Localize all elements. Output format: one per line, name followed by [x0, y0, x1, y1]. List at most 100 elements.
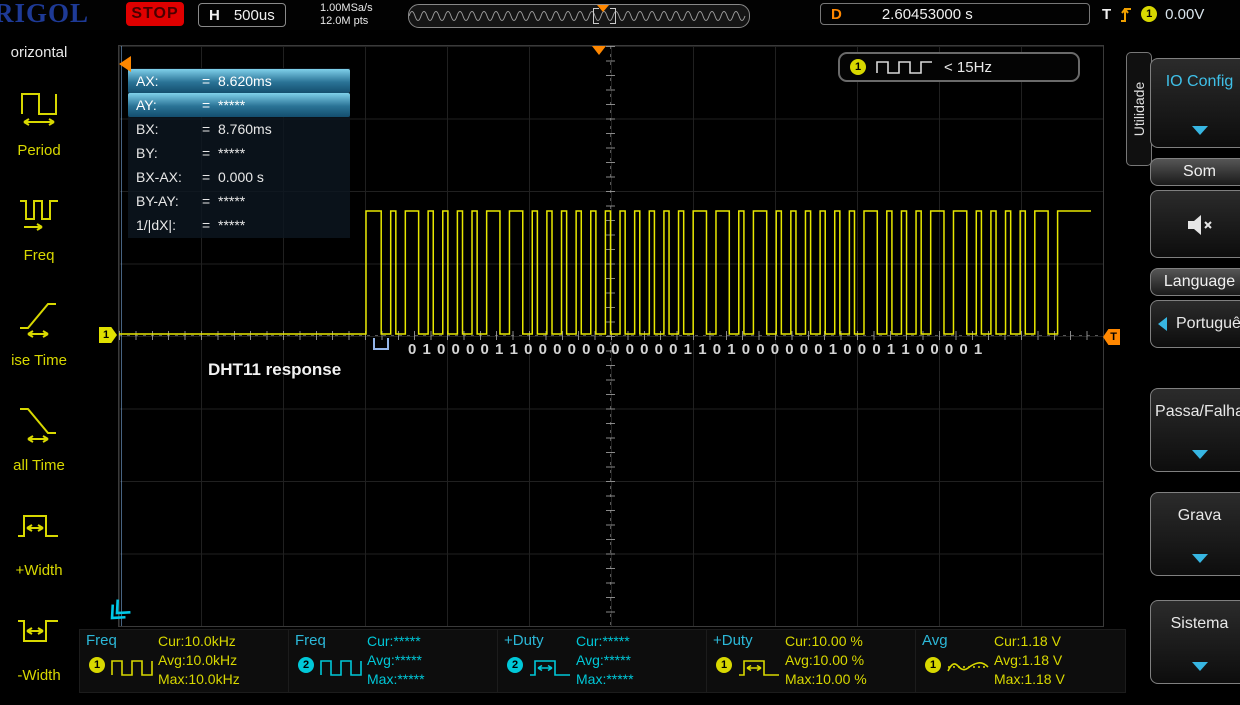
measurement-channel-badge: 1 — [716, 657, 732, 673]
horizontal-label: H — [209, 6, 220, 24]
utility-tab[interactable]: Utilidade — [1126, 52, 1152, 166]
measurement-avg: Avg:***** — [576, 652, 632, 668]
menu-io-config[interactable]: IO Config — [1150, 58, 1240, 148]
rise-time-icon — [20, 303, 56, 338]
equals-sign: = — [202, 217, 211, 233]
measurement-cur: Cur:10.0kHz — [158, 633, 236, 649]
cursor-value: 8.620ms — [218, 73, 272, 89]
measurement-avg: Avg:1.18 V — [994, 652, 1063, 668]
menu-pass-fail[interactable]: Passa/Falha — [1150, 388, 1240, 472]
measurement-panel-duty-ch1[interactable]: +Duty 1 Cur:10.00 % Avg:10.00 % Max:10.0… — [706, 629, 917, 693]
dht11-response-label: DHT11 response — [208, 360, 342, 379]
measurement-name: Freq — [86, 632, 117, 649]
dropdown-icon — [1191, 554, 1208, 563]
measure-item-rise-time[interactable]: ise Time — [0, 290, 78, 390]
cursor-name: 1/|dX|: — [136, 217, 176, 233]
measurement-status-bar: Freq 1 Cur:10.0kHz Avg:10.0kHz Max:10.0k… — [79, 629, 1126, 693]
record-label: Grava — [1177, 507, 1222, 524]
square-wave-icon — [111, 660, 153, 676]
pass-fail-label: Passa/Falha — [1155, 403, 1240, 420]
trigger-label: T — [1102, 5, 1112, 23]
measurement-cur: Cur:1.18 V — [994, 633, 1061, 649]
timebase-value: 500us — [233, 6, 275, 24]
oscilloscope-screen: { "colors": { "channel1": "#d8d800", "ch… — [0, 0, 1240, 693]
measure-item-freq[interactable]: Freq — [0, 185, 78, 285]
measure-menu-title: orizontal — [10, 44, 68, 61]
measurement-max: Max:10.00 % — [785, 671, 867, 687]
decoded-bits-annotation: 0 1 0 0 0 0 1 1 0 0 0 0 0 0 0 0 0 0 0 1 … — [408, 341, 984, 358]
cursor-name: BY: — [136, 145, 158, 161]
menu-system[interactable]: Sistema — [1150, 600, 1240, 684]
measurement-name: +Duty — [713, 632, 753, 649]
io-config-label: IO Config — [1165, 73, 1234, 90]
measurement-max: Max:***** — [576, 671, 634, 687]
measurement-panel-freq-ch1[interactable]: Freq 1 Cur:10.0kHz Avg:10.0kHz Max:10.0k… — [79, 629, 290, 693]
measurement-panel-freq-ch2[interactable]: Freq 2 Cur:***** Avg:***** Max:***** — [288, 629, 499, 693]
cursor-row-bx[interactable]: BX: = 8.760ms — [128, 117, 350, 141]
language-section-header: Language — [1150, 268, 1240, 296]
language-value: Português — [1176, 315, 1240, 332]
cursor-row-inv-dx[interactable]: 1/|dX|: = ***** — [128, 213, 350, 237]
top-status-bar: RIGOL STOP H 500us 1.00MSa/s 12.0M pts D… — [0, 0, 1240, 30]
delay-value: 2.60453000 s — [881, 5, 973, 23]
measure-item-fall-time[interactable]: all Time — [0, 395, 78, 495]
trigger-position-marker — [592, 46, 606, 55]
cursor-name: BX-AX: — [136, 169, 182, 185]
measurement-channel-badge: 2 — [298, 657, 314, 673]
equals-sign: = — [202, 121, 211, 137]
measurement-channel-badge: 1 — [89, 657, 105, 673]
horizontal-position-widget — [408, 4, 750, 28]
sound-header-label: Som — [1183, 163, 1216, 180]
cursor-row-ax[interactable]: AX: = 8.620ms — [128, 69, 350, 93]
select-left-icon — [1158, 317, 1167, 331]
cursor-value: ***** — [218, 97, 246, 113]
trigger-channel-badge: 1 — [1141, 6, 1158, 22]
duty-cycle-icon — [739, 660, 779, 676]
trigger-level-marker: T — [1103, 329, 1120, 345]
measure-item-period[interactable]: Period — [0, 80, 78, 180]
measurement-avg: Avg:***** — [367, 652, 423, 668]
menu-record[interactable]: Grava — [1150, 492, 1240, 576]
acquisition-info: 1.00MSa/s 12.0M pts — [320, 2, 373, 28]
cursor-row-ay[interactable]: AY: = ***** — [128, 93, 350, 117]
language-header-label: Language — [1163, 273, 1236, 290]
run-state-badge: STOP — [126, 2, 184, 26]
trigger-status-group: T 1 0.00V — [1102, 3, 1204, 25]
cursor-name: AX: — [136, 73, 159, 89]
cursor-row-by[interactable]: BY: = ***** — [128, 141, 350, 165]
equals-sign: = — [202, 169, 211, 185]
left-measure-menu: orizontal Period Freq ise Time all Time — [0, 30, 78, 692]
measure-item-neg-width[interactable]: -Width — [0, 605, 78, 705]
cursor-name: BX: — [136, 121, 159, 137]
window-bracket-right — [610, 8, 616, 24]
channel-wave-icon — [876, 61, 932, 74]
measure-item-label: -Width — [17, 667, 61, 684]
measure-item-label: +Width — [15, 562, 63, 579]
measurement-max: Max:10.0kHz — [158, 671, 240, 687]
equals-sign: = — [202, 73, 211, 89]
menu-language-select[interactable]: Português — [1150, 300, 1240, 348]
freq-icon — [20, 200, 58, 231]
measurement-panel-avg-ch1[interactable]: Avg 1 Cur:1.18 V Avg:1.18 V Max:1.18 V — [915, 629, 1126, 693]
system-label: Sistema — [1170, 615, 1229, 632]
measurement-channel-badge: 2 — [507, 657, 523, 673]
cursor-value: 8.760ms — [218, 121, 272, 137]
fall-time-icon — [20, 408, 56, 443]
cursor-name: AY: — [136, 97, 157, 113]
measurement-cur: Cur:10.00 % — [785, 633, 863, 649]
measure-item-label: Freq — [23, 247, 55, 264]
cursor-row-bx-ax[interactable]: BX-AX: = 0.000 s — [128, 165, 350, 189]
measurement-max: Max:1.18 V — [994, 671, 1065, 687]
cursor-row-by-ay[interactable]: BY-AY: = ***** — [128, 189, 350, 213]
measure-item-label: all Time — [13, 457, 65, 474]
sound-section-header: Som — [1150, 158, 1240, 186]
rigol-logo: RIGOL — [0, 0, 90, 28]
memory-waveform-icon — [409, 11, 746, 21]
measurement-panel-duty-ch2[interactable]: +Duty 2 Cur:***** Avg:***** Max:***** — [497, 629, 708, 693]
measurement-avg: Avg:10.0kHz — [158, 652, 238, 668]
measure-item-pos-width[interactable]: +Width — [0, 500, 78, 600]
counter-channel-badge: 1 — [850, 59, 866, 75]
trigger-edge-icon — [1121, 8, 1132, 22]
menu-sound-toggle[interactable] — [1150, 190, 1240, 258]
speaker-muted-icon — [1187, 215, 1212, 235]
